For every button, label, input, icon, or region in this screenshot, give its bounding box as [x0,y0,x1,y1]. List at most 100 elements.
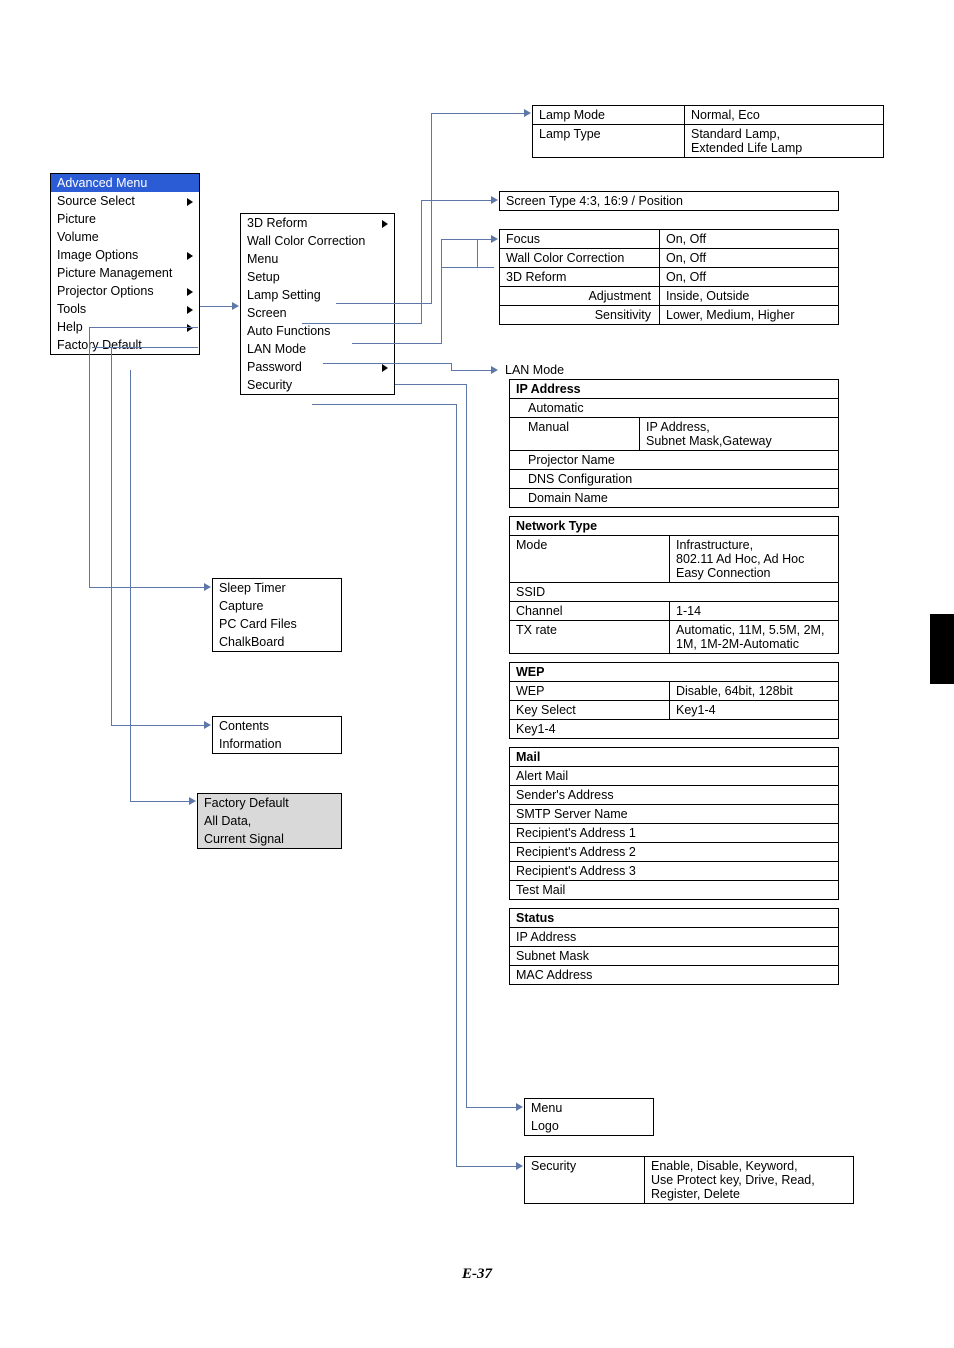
menu-item-projector-options[interactable]: Projector Options [51,282,199,300]
menu-item-picture-management[interactable]: Picture Management [51,264,199,282]
connector [395,384,466,385]
wep-ks-val: Key1-4 [670,701,838,719]
po-screen[interactable]: Screen [241,304,394,322]
pwd-logo[interactable]: Logo [525,1117,653,1135]
arrow-icon [204,721,211,729]
submenu-icon [187,198,193,206]
pwd-menu[interactable]: Menu [525,1099,653,1117]
net-hdr: Network Type [510,517,838,535]
tools-capture[interactable]: Capture [213,597,341,615]
connector [323,363,451,364]
help-information[interactable]: Information [213,735,341,753]
ip-pname: Projector Name [510,450,838,469]
fd-all-data[interactable]: All Data, [198,812,341,830]
submenu-icon [187,324,193,332]
mail-r1: Recipient's Address 1 [510,823,838,842]
wep-hdr: WEP [510,663,838,681]
screen-text: Screen Type 4:3, 16:9 / Position [500,192,838,210]
menu-item-label: Picture Management [57,266,172,280]
menu-item-label: LAN Mode [247,342,306,356]
menu-item-volume[interactable]: Volume [51,228,199,246]
submenu-icon [187,288,193,296]
r3d-key: 3D Reform [500,268,660,286]
arrow-icon [516,1162,523,1170]
wep-val: Disable, 64bit, 128bit [670,682,838,700]
menu-item-source-select[interactable]: Source Select [51,192,199,210]
wep-k14: Key1-4 [510,719,838,738]
sen-val: Lower, Medium, Higher [660,306,838,324]
lamp-type-val: Standard Lamp, Extended Life Lamp [685,125,883,157]
security-key: Security [525,1157,645,1203]
menu-item-label: Auto Functions [247,324,330,338]
po-lamp-setting[interactable]: Lamp Setting [241,286,394,304]
po-3d-reform[interactable]: 3D Reform [241,214,394,232]
menu-item-label: Sleep Timer [219,581,286,595]
mail-sender: Sender's Address [510,785,838,804]
menu-item-tools[interactable]: Tools [51,300,199,318]
page: Advanced Menu Source Select Picture Volu… [0,0,954,1348]
ip-auto: Automatic [510,398,838,417]
help-menu: Contents Information [212,716,342,754]
menu-item-label: Setup [247,270,280,284]
connector [431,113,527,114]
menu-item-label: Current Signal [204,832,284,846]
menu-item-label: Volume [57,230,99,244]
ip-dns: DNS Configuration [510,469,838,488]
net-mode-val: Infrastructure, 802.11 Ad Hoc, Ad Hoc Ea… [670,536,838,582]
connector [92,347,198,348]
lan-mode-section: LAN Mode IP Address Automatic ManualIP A… [499,361,839,985]
tools-chalkboard[interactable]: ChalkBoard [213,633,341,651]
sen-key: Sensitivity [500,306,660,324]
menu-item-factory-default[interactable]: Factory Default [51,336,199,354]
po-menu[interactable]: Menu [241,250,394,268]
r3d-val: On, Off [660,268,838,286]
ip-manual-val: IP Address, Subnet Mask,Gateway [640,418,838,450]
network-type-group: Network Type ModeInfrastructure, 802.11 … [509,516,839,654]
footer-page-number: E-37 [0,1266,954,1283]
connector [441,267,494,268]
mail-group: Mail Alert Mail Sender's Address SMTP Se… [509,747,839,900]
net-tx-val: Automatic, 11M, 5.5M, 2M, 1M, 1M-2M-Auto… [670,621,838,653]
po-wall-color-correction[interactable]: Wall Color Correction [241,232,394,250]
po-auto-functions[interactable]: Auto Functions [241,322,394,340]
connector [477,239,478,267]
submenu-icon [187,252,193,260]
connector [451,370,494,371]
menu-item-label: Projector Options [57,284,154,298]
menu-item-label: All Data, [204,814,251,828]
lamp-mode-val: Normal, Eco [685,106,883,124]
wcc-val: On, Off [660,249,838,267]
menu-item-label: Factory Default [57,338,142,352]
menu-item-picture[interactable]: Picture [51,210,199,228]
connector [456,1166,519,1167]
ip-manual-key: Manual [510,418,640,450]
connector [130,370,131,801]
po-password[interactable]: Password [241,358,394,376]
net-ch-val: 1-14 [670,602,838,620]
menu-item-label: Source Select [57,194,135,208]
connector [451,363,452,370]
arrow-icon [204,583,211,591]
fd-current-signal[interactable]: Current Signal [198,830,341,848]
screen-box: Screen Type 4:3, 16:9 / Position [499,191,839,211]
help-contents[interactable]: Contents [213,717,341,735]
focus-key: Focus [500,230,660,248]
po-setup[interactable]: Setup [241,268,394,286]
menu-item-label: Tools [57,302,86,316]
factory-default-menu: Factory Default All Data, Current Signal [197,793,342,849]
menu-item-image-options[interactable]: Image Options [51,246,199,264]
po-security[interactable]: Security [241,376,394,394]
connector [352,343,441,344]
connector [130,801,192,802]
connector [421,200,494,201]
status-mac: MAC Address [510,965,838,984]
menu-item-label: Menu [247,252,278,266]
status-sn: Subnet Mask [510,946,838,965]
fd-factory-default[interactable]: Factory Default [198,794,341,812]
lamp-mode-key: Lamp Mode [533,106,685,124]
lan-mode-title: LAN Mode [499,361,839,379]
adj-key: Adjustment [500,287,660,305]
tools-pc-card-files[interactable]: PC Card Files [213,615,341,633]
tools-sleep-timer[interactable]: Sleep Timer [213,579,341,597]
status-group: Status IP Address Subnet Mask MAC Addres… [509,908,839,985]
